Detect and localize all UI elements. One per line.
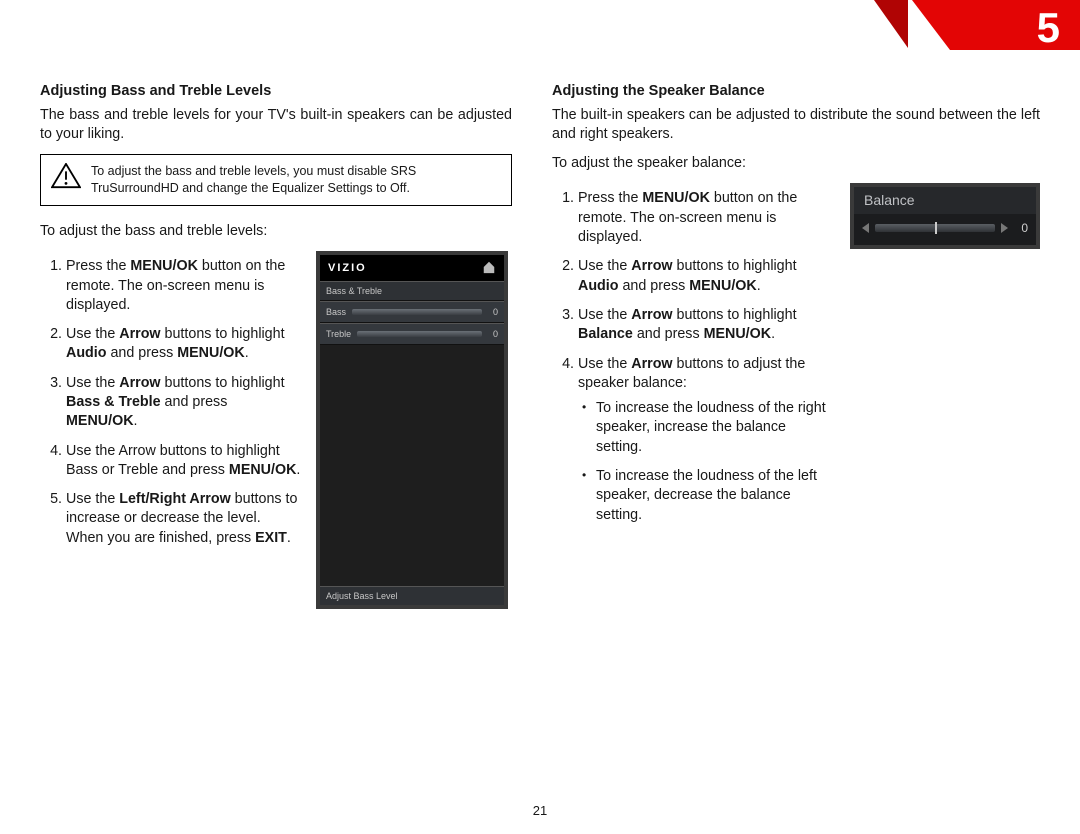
chapter-badge: 5: [820, 0, 1080, 50]
right-column: Adjusting the Speaker Balance The built-…: [552, 82, 1040, 609]
warning-text: To adjust the bass and treble levels, yo…: [91, 164, 416, 195]
screenshot-balance: Balance 0: [850, 183, 1040, 248]
page-number: 21: [0, 803, 1080, 818]
lead-balance: To adjust the speaker balance:: [552, 154, 1040, 173]
row-treble: Treble0: [320, 323, 504, 345]
brand-logo: VIZIO: [328, 262, 367, 274]
list-item: Use the Arrow buttons to highlight Audio…: [578, 257, 832, 296]
list-item: Use the Arrow buttons to highlight Bass …: [66, 374, 302, 432]
steps-balance: Press the MENU/OK button on the remote. …: [552, 189, 832, 524]
list-item: Use the Arrow buttons to highlight Bass …: [66, 442, 302, 481]
row-bass: Bass0: [320, 301, 504, 323]
warning-icon: [51, 163, 81, 189]
screenshot-bass-treble: VIZIO Bass & Treble Bass0 Treble0 Adjust…: [316, 251, 508, 609]
list-item: Use the Arrow buttons to highlight Balan…: [578, 306, 832, 345]
balance-slider: 0: [854, 214, 1036, 244]
list-item: To increase the loudness of the left spe…: [596, 467, 832, 525]
balance-value: 0: [1014, 220, 1028, 236]
arrow-left-icon: [862, 223, 869, 233]
home-icon: [482, 260, 496, 274]
heading-bass-treble: Adjusting Bass and Treble Levels: [40, 82, 512, 102]
intro-balance: The built-in speakers can be adjusted to…: [552, 106, 1040, 145]
heading-balance: Adjusting the Speaker Balance: [552, 82, 1040, 102]
balance-track: [875, 224, 995, 232]
lead-bass: To adjust the bass and treble levels:: [40, 222, 512, 241]
list-item: Press the MENU/OK button on the remote. …: [578, 189, 832, 247]
list-item: Use the Arrow buttons to adjust the spea…: [578, 355, 832, 525]
list-item: Use the Left/Right Arrow buttons to incr…: [66, 490, 302, 548]
steps-bass: Press the MENU/OK button on the remote. …: [40, 257, 302, 548]
help-text: Adjust Bass Level: [320, 586, 504, 605]
balance-title: Balance: [854, 187, 1036, 214]
breadcrumb: Bass & Treble: [326, 286, 382, 296]
arrow-right-icon: [1001, 223, 1008, 233]
chapter-number: 5: [1037, 0, 1060, 56]
warning-callout: To adjust the bass and treble levels, yo…: [40, 154, 512, 206]
list-item: Use the Arrow buttons to highlight Audio…: [66, 325, 302, 364]
intro-bass-treble: The bass and treble levels for your TV's…: [40, 106, 512, 145]
list-item: To increase the loudness of the right sp…: [596, 399, 832, 457]
left-column: Adjusting Bass and Treble Levels The bas…: [40, 82, 512, 609]
list-item: Press the MENU/OK button on the remote. …: [66, 257, 302, 315]
